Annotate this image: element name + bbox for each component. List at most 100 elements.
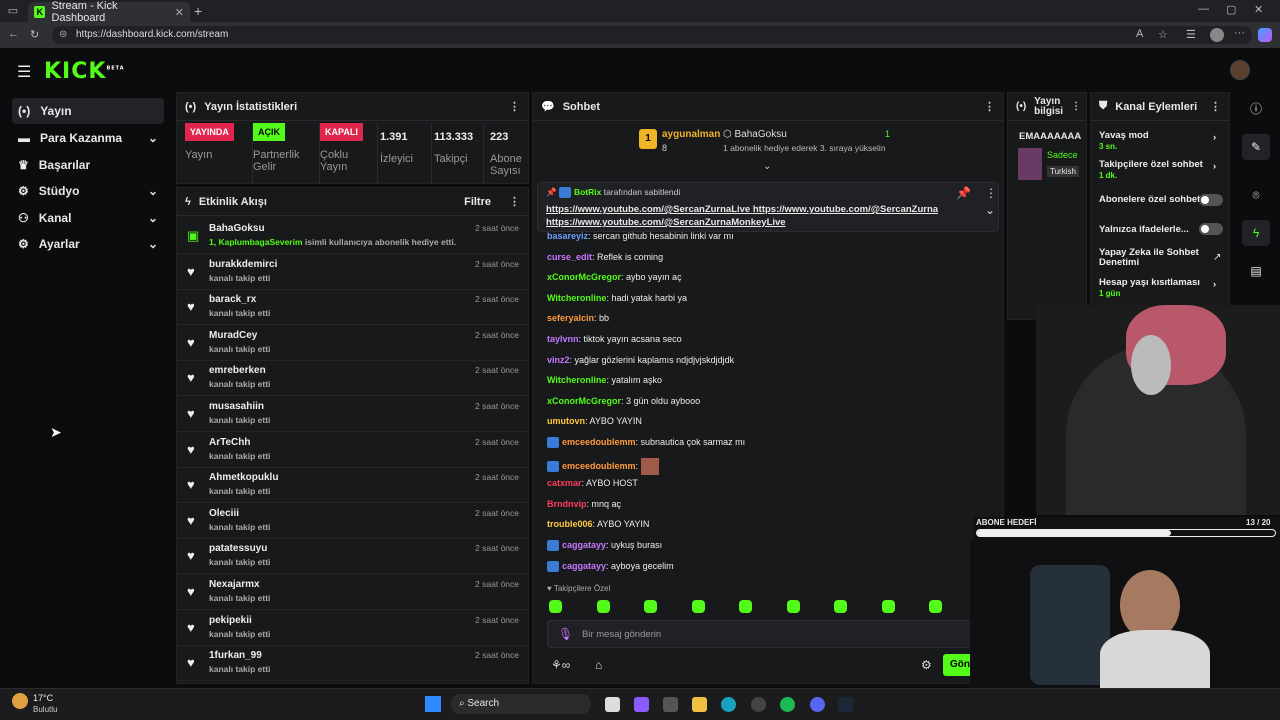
- emote-icon[interactable]: [739, 600, 752, 613]
- edge-browser-icon[interactable]: [721, 697, 736, 712]
- steam-icon[interactable]: [838, 697, 853, 712]
- activity-username[interactable]: Nexajarmx: [209, 579, 260, 590]
- favorite-star-icon[interactable]: ☆: [1158, 28, 1168, 41]
- hamburger-menu-icon[interactable]: ☰: [17, 62, 31, 82]
- emote-icon[interactable]: [786, 600, 800, 613]
- ai-moderation-action[interactable]: Yapay Zeka ile Sohbet Denetimi: [1099, 248, 1209, 268]
- chat-username[interactable]: xConorMcGregor: [547, 272, 621, 282]
- more-vertical-icon[interactable]: ⋮: [984, 100, 995, 113]
- chat-username[interactable]: Witcheronline: [547, 293, 606, 303]
- kick-logo[interactable]: KICKBETA: [44, 59, 125, 84]
- collections-icon[interactable]: ☰: [1186, 28, 1196, 41]
- maximize-icon[interactable]: ▢: [1226, 3, 1236, 16]
- subs-only-toggle[interactable]: [1199, 194, 1223, 206]
- chat-username[interactable]: emceedoublemm: [562, 437, 636, 447]
- sidebar-item-yayin[interactable]: (•) Yayın: [12, 98, 164, 124]
- activity-username[interactable]: BahaGoksu: [209, 223, 265, 234]
- gifter2-row[interactable]: ⬡ BahaGoksu: [723, 129, 787, 140]
- activity-username[interactable]: musasahiin: [209, 401, 264, 412]
- emote-icon[interactable]: [929, 600, 942, 613]
- emote-icon[interactable]: [596, 600, 610, 613]
- activity-username[interactable]: emreberken: [209, 365, 266, 376]
- read-aloud-icon[interactable]: A: [1136, 28, 1143, 40]
- more-vertical-icon[interactable]: ⋮: [509, 100, 520, 113]
- info-icon[interactable]: ⓘ: [1242, 96, 1270, 122]
- activity-username[interactable]: 1furkan_99: [209, 650, 262, 661]
- mic-icon[interactable]: 🎙: [558, 627, 573, 641]
- activity-username[interactable]: pekipekii: [209, 615, 252, 626]
- activity-username[interactable]: MuradCey: [209, 330, 257, 341]
- chat-username[interactable]: Witcheronline: [547, 375, 606, 385]
- chat-username[interactable]: caggatayy: [562, 561, 606, 571]
- more-vertical-icon[interactable]: ⋮: [1071, 101, 1081, 112]
- chat-settings-icon[interactable]: ⚙: [921, 658, 932, 672]
- emote-icon[interactable]: [549, 600, 562, 613]
- refresh-icon[interactable]: ↻: [30, 28, 39, 41]
- activity-username[interactable]: Oleciii: [209, 508, 239, 519]
- emoji-picker-icon[interactable]: ⚘∞: [551, 658, 570, 672]
- store-app-icon[interactable]: [663, 697, 678, 712]
- obs-icon[interactable]: [751, 697, 766, 712]
- chat-username[interactable]: curse_edit: [547, 252, 592, 262]
- chat-username[interactable]: emceedoublemm: [562, 460, 636, 470]
- emote-only-toggle[interactable]: [1199, 223, 1223, 235]
- activity-username[interactable]: patatessuyu: [209, 543, 267, 554]
- emote-icon[interactable]: [644, 600, 657, 613]
- minimize-icon[interactable]: —: [1198, 3, 1209, 15]
- emote-icon[interactable]: [881, 600, 895, 613]
- sidebar-item-studyo[interactable]: ⚙ Stüdyo ⌄: [12, 178, 164, 204]
- pinned-link[interactable]: https://www.youtube.com/@SercanZurnaLive: [546, 204, 750, 215]
- followers-only-action[interactable]: Takipçilere özel sohbet 1 dk. ›: [1099, 159, 1223, 180]
- activity-username[interactable]: burakkdemirci: [209, 259, 277, 270]
- chat-username[interactable]: Brndnvip: [547, 499, 587, 509]
- profile-avatar[interactable]: [1210, 28, 1224, 42]
- pinned-link[interactable]: https://www.youtube.com/@SercanZurnaMonk…: [546, 217, 786, 228]
- filter-button[interactable]: Filtre: [464, 196, 491, 208]
- sidebar-item-kanal[interactable]: ⚇ Kanal ⌄: [12, 205, 164, 231]
- chat-username[interactable]: basareyiz: [547, 231, 588, 241]
- stream-category[interactable]: Sadece: [1047, 150, 1078, 160]
- emote-icon[interactable]: [834, 600, 847, 613]
- more-vertical-icon[interactable]: ⋮: [985, 186, 997, 200]
- user-avatar[interactable]: [1230, 60, 1250, 80]
- more-icon[interactable]: ···: [1234, 27, 1245, 39]
- activity-username[interactable]: barack_rx: [209, 294, 256, 305]
- lightning-icon[interactable]: ϟ: [1242, 220, 1270, 246]
- collapse-chevron-icon[interactable]: ⌄: [763, 161, 771, 172]
- edit-pencil-icon[interactable]: ✎: [1242, 134, 1270, 160]
- external-link-icon[interactable]: ↗: [1213, 252, 1221, 263]
- sidebar-item-basarilar[interactable]: ♛ Başarılar: [12, 152, 164, 178]
- sidebar-item-para-kazanma[interactable]: ▬ Para Kazanma ⌄: [12, 125, 164, 151]
- account-age-action[interactable]: Hesap yaşı kısıtlaması 1 gün ›: [1099, 277, 1223, 298]
- camera-icon[interactable]: ⌾: [1242, 182, 1270, 208]
- chat-username[interactable]: umutovn: [547, 416, 585, 426]
- top-gifter-name[interactable]: aygunalman: [662, 129, 720, 140]
- taskbar-search[interactable]: ⌕ Search: [451, 694, 591, 714]
- new-tab-icon[interactable]: +: [194, 3, 202, 19]
- tab-close-icon[interactable]: ✕: [175, 6, 184, 19]
- slow-mode-action[interactable]: Yavaş mod 3 sn. ›: [1099, 130, 1223, 151]
- store-icon[interactable]: ⌂: [595, 658, 602, 672]
- window-menu-icon[interactable]: ▭: [6, 4, 20, 17]
- back-icon[interactable]: ←: [8, 28, 19, 40]
- file-explorer-icon[interactable]: [692, 697, 707, 712]
- unpin-icon[interactable]: 📌: [956, 186, 971, 200]
- chat-username[interactable]: trouble006: [547, 519, 593, 529]
- window-close-icon[interactable]: ✕: [1254, 3, 1263, 16]
- copilot-icon[interactable]: [1258, 28, 1272, 42]
- spotify-icon[interactable]: [780, 697, 795, 712]
- copilot-app-icon[interactable]: [634, 697, 649, 712]
- site-info-icon[interactable]: ⊜: [59, 26, 67, 44]
- more-vertical-icon[interactable]: ⋮: [1210, 100, 1221, 113]
- chat-username[interactable]: taylvnn: [547, 334, 579, 344]
- emote-icon[interactable]: [691, 600, 705, 613]
- chat-username[interactable]: vinz2: [547, 355, 570, 365]
- url-field[interactable]: ⊜ https://dashboard.kick.com/stream: [52, 26, 1252, 44]
- sidebar-item-ayarlar[interactable]: ⚙ Ayarlar ⌄: [12, 231, 164, 257]
- task-view-icon[interactable]: [605, 697, 620, 712]
- more-vertical-icon[interactable]: ⋮: [509, 195, 520, 208]
- chat-username[interactable]: catxmar: [547, 478, 582, 488]
- weather-temp[interactable]: 17°C: [33, 693, 53, 703]
- activity-username[interactable]: ArTeChh: [209, 437, 250, 448]
- activity-username[interactable]: Ahmetkopuklu: [209, 472, 278, 483]
